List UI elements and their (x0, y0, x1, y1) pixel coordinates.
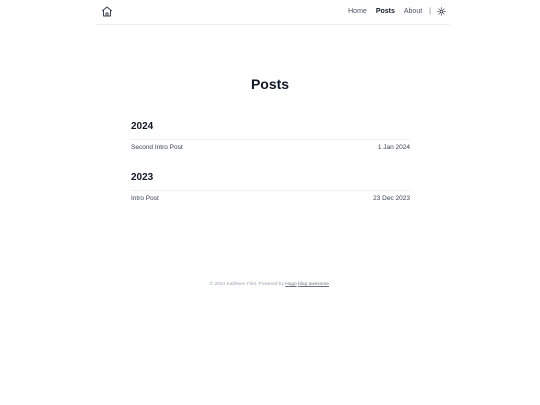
page-title: Posts (250, 76, 290, 92)
footer-copyright: © 2024 Kathleen Flint. (209, 282, 258, 287)
nav-separator: | (429, 7, 431, 15)
footer-suffix: . (328, 282, 331, 287)
year-heading: 2023 (131, 172, 154, 183)
sun-icon[interactable] (437, 6, 446, 16)
main-nav: Home Posts About | (339, 0, 446, 22)
home-icon[interactable] (101, 5, 113, 18)
page: Home Posts About | Posts 2024 Second Int… (0, 0, 540, 405)
year-heading: 2024 (131, 121, 154, 132)
post-title-link[interactable]: Second Intro Post (131, 144, 183, 151)
nav-about-link[interactable]: About (404, 8, 422, 15)
nav-home-link[interactable]: Home (348, 8, 367, 15)
footer-theme-link[interactable]: blog awesome (298, 282, 329, 287)
footer-hugo-link[interactable]: Hugo (285, 282, 296, 287)
footer-powered-by: Powered by (258, 282, 284, 287)
post-date: 23 Dec 2023 (373, 195, 410, 202)
post-date: 1 Jan 2024 (377, 144, 410, 151)
post-title-link[interactable]: Intro Post (131, 195, 159, 202)
site-header: Home Posts About | (96, 0, 450, 25)
post-row: Intro Post 23 Dec 2023 (131, 190, 410, 205)
post-row: Second Intro Post 1 Jan 2024 (131, 139, 410, 154)
site-footer: © 2024 Kathleen Flint. Powered by Hugo b… (0, 282, 540, 287)
nav-posts-link[interactable]: Posts (376, 8, 395, 15)
